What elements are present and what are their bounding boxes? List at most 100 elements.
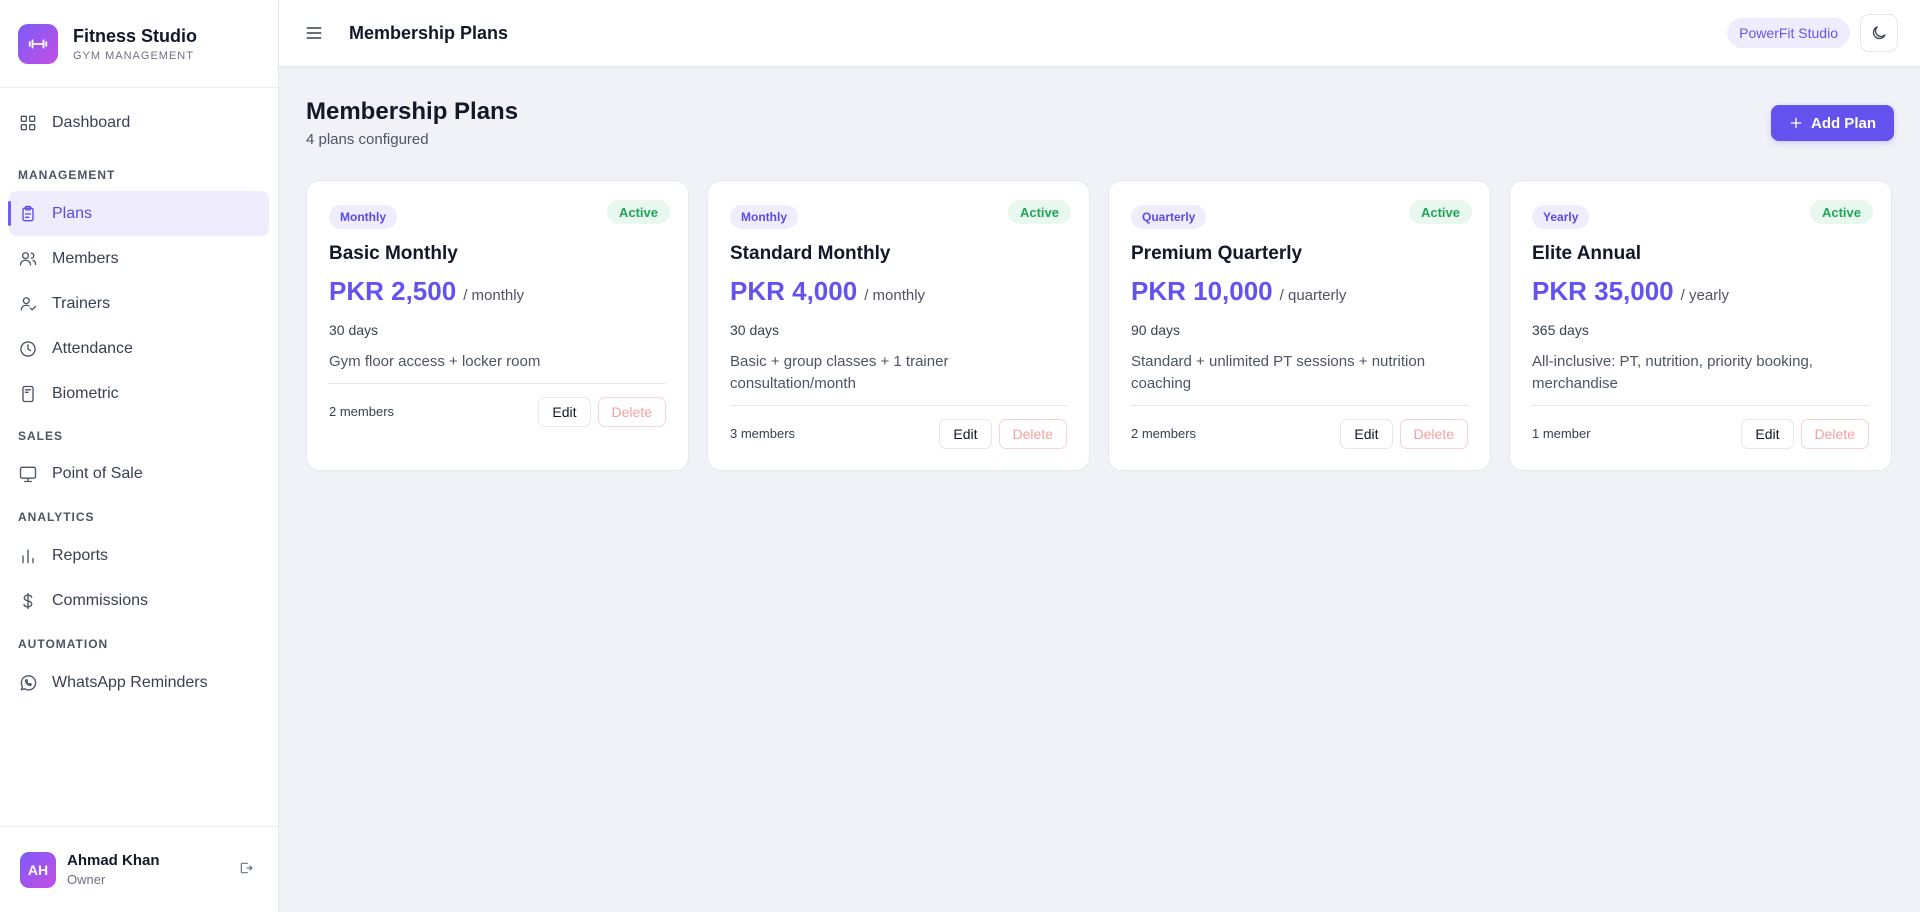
edit-button[interactable]: Edit <box>939 418 992 449</box>
sidebar-item-label: Members <box>52 249 119 267</box>
plan-period: / yearly <box>1680 287 1730 304</box>
sidebar-item-pos[interactable]: Point of Sale <box>9 451 269 496</box>
plan-duration: 30 days <box>730 322 780 338</box>
plan-duration: 90 days <box>1131 322 1181 338</box>
page-title: Membership Plans <box>306 98 519 125</box>
sidebar-item-label: Plans <box>52 204 93 222</box>
plan-duration: 365 days <box>1532 322 1589 338</box>
user-name: Ahmad Khan <box>67 852 160 869</box>
clock-icon <box>20 340 36 357</box>
brand-subtitle: GYM MANAGEMENT <box>73 50 194 62</box>
plan-duration: 30 days <box>329 322 379 338</box>
dollar-icon <box>23 592 33 609</box>
plan-type-badge: Monthly <box>730 205 798 229</box>
theme-toggle-button[interactable] <box>1860 14 1898 52</box>
monitor-icon <box>19 466 37 482</box>
sidebar-item-label: Reports <box>52 546 109 564</box>
section-sales: SALES <box>18 429 64 443</box>
plan-description: Gym floor access + locker room <box>329 353 541 370</box>
page-subtitle: 4 plans configured <box>306 131 429 148</box>
user-role: Owner <box>67 872 106 887</box>
status-badge: Active <box>1408 200 1472 224</box>
sidebar-item-biometric[interactable]: Biometric <box>9 371 269 416</box>
users-icon <box>19 251 37 265</box>
plan-price-value: PKR 4,000 <box>730 276 858 306</box>
plan-period: / monthly <box>864 287 926 304</box>
plan-card-footer: 2 members Edit Delete <box>1131 405 1468 461</box>
delete-button[interactable]: Delete <box>597 396 666 427</box>
plan-members-count: 3 members <box>730 426 796 441</box>
status-badge: Active <box>1809 200 1873 224</box>
status-badge: Active <box>1007 200 1071 224</box>
edit-button[interactable]: Edit <box>1741 418 1794 449</box>
device-icon <box>22 385 34 402</box>
brand: Fitness Studio GYM MANAGEMENT <box>0 0 278 88</box>
plan-type-badge: Yearly <box>1532 205 1590 229</box>
sidebar-item-label: Dashboard <box>52 113 131 131</box>
add-plan-label: Add Plan <box>1810 114 1876 132</box>
plan-card: Quarterly Active Premium Quarterly PKR 1… <box>1108 180 1491 471</box>
plan-description: Standard + unlimited PT sessions + nutri… <box>1131 353 1426 392</box>
topbar-title: Membership Plans <box>349 22 509 43</box>
plan-name: Elite Annual <box>1532 243 1642 264</box>
dumbbell-icon <box>18 23 58 64</box>
plan-price: PKR 4,000 / monthly <box>730 276 925 307</box>
plan-price: PKR 35,000 / yearly <box>1532 276 1729 307</box>
plan-card-footer: 1 member Edit Delete <box>1532 405 1869 461</box>
section-analytics: ANALYTICS <box>18 510 95 524</box>
plus-icon <box>1790 117 1802 129</box>
sidebar-item-label: Attendance <box>52 339 133 357</box>
sidebar-item-dashboard[interactable]: Dashboard <box>9 100 269 145</box>
menu-icon[interactable] <box>301 20 327 46</box>
plan-description: Basic + group classes + 1 trainer consul… <box>730 353 949 392</box>
delete-button[interactable]: Delete <box>1800 418 1869 449</box>
studio-badge: PowerFit Studio <box>1727 18 1850 48</box>
plan-price-value: PKR 10,000 <box>1131 276 1273 306</box>
plan-period: / quarterly <box>1279 287 1347 304</box>
plan-card: Yearly Active Elite Annual PKR 35,000 / … <box>1509 180 1892 471</box>
logout-icon[interactable] <box>238 860 258 880</box>
sidebar-item-label: Commissions <box>52 591 149 609</box>
whatsapp-icon <box>20 674 37 691</box>
delete-button[interactable]: Delete <box>998 418 1067 449</box>
plan-price: PKR 10,000 / quarterly <box>1131 276 1346 307</box>
plan-description: All-inclusive: PT, nutrition, priority b… <box>1532 353 1813 392</box>
sidebar-item-commissions[interactable]: Commissions <box>9 578 269 623</box>
plan-card: Monthly Active Standard Monthly PKR 4,00… <box>707 180 1090 471</box>
sidebar-item-plans[interactable]: Plans <box>8 191 269 236</box>
sidebar-item-label: Biometric <box>52 384 119 402</box>
sidebar-item-label: WhatsApp Reminders <box>52 673 208 691</box>
plan-members-count: 2 members <box>1131 426 1197 441</box>
section-management: MANAGEMENT <box>18 168 116 182</box>
sidebar-item-label: Trainers <box>52 294 111 312</box>
plan-members-count: 2 members <box>329 404 395 419</box>
edit-button[interactable]: Edit <box>538 396 591 427</box>
brand-title: Fitness Studio <box>73 26 198 46</box>
avatar: AH <box>20 851 56 888</box>
user-profile: AH Ahmad Khan Owner <box>0 826 278 912</box>
moon-icon <box>1872 26 1886 40</box>
plan-type-badge: Quarterly <box>1131 205 1207 229</box>
plan-card-footer: 3 members Edit Delete <box>730 405 1067 461</box>
sidebar-item-reports[interactable]: Reports <box>9 533 269 578</box>
sidebar-item-trainers[interactable]: Trainers <box>9 281 269 326</box>
plan-period: / monthly <box>463 287 525 304</box>
grid-icon <box>20 115 36 130</box>
user-check-icon <box>20 296 37 310</box>
plan-name: Premium Quarterly <box>1131 243 1303 264</box>
section-automation: AUTOMATION <box>18 637 109 651</box>
sidebar-item-attendance[interactable]: Attendance <box>9 326 269 371</box>
plan-name: Basic Monthly <box>329 243 458 264</box>
status-badge: Active <box>606 200 670 224</box>
page-header: Membership Plans 4 plans configured Add … <box>306 67 1894 180</box>
edit-button[interactable]: Edit <box>1340 418 1393 449</box>
add-plan-button[interactable]: Add Plan <box>1771 105 1894 141</box>
sidebar-item-whatsapp[interactable]: WhatsApp Reminders <box>9 660 269 705</box>
sidebar-nav: Dashboard MANAGEMENT Plans Members Train… <box>0 88 278 705</box>
sidebar-item-members[interactable]: Members <box>9 236 269 281</box>
delete-button[interactable]: Delete <box>1399 418 1468 449</box>
plan-card: Monthly Active Basic Monthly PKR 2,500 /… <box>306 180 689 471</box>
plan-type-badge: Monthly <box>329 205 397 229</box>
sidebar-item-label: Point of Sale <box>52 464 143 482</box>
plan-cards: Monthly Active Basic Monthly PKR 2,500 /… <box>306 180 1894 471</box>
